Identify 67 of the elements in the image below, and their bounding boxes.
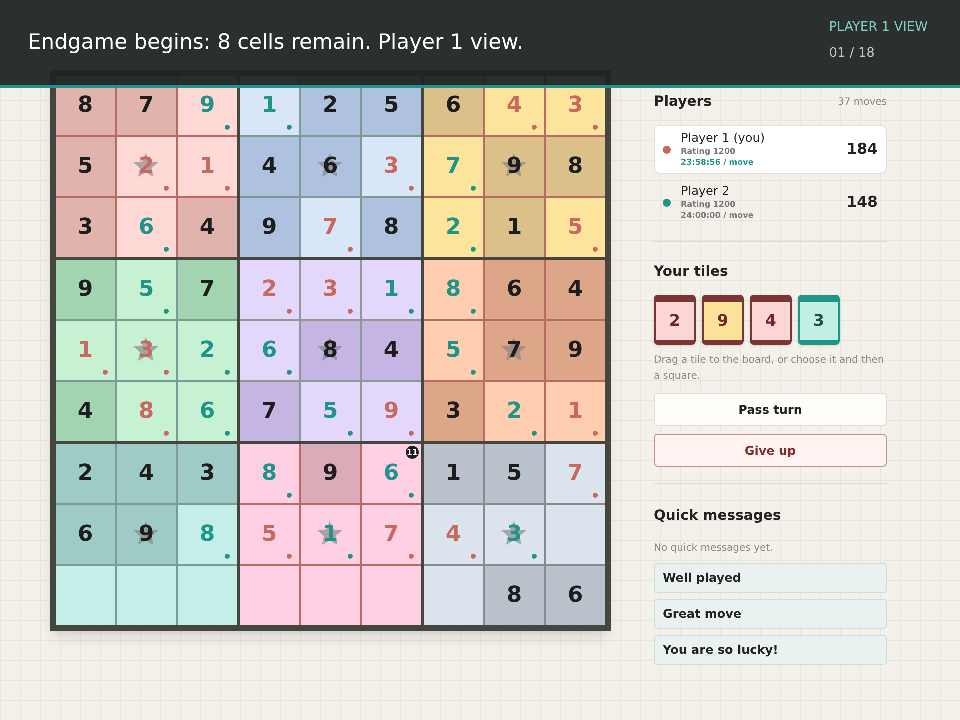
tiles-hint: Drag a tile to the board, or choose it and then a square. <box>654 354 886 384</box>
letter-tile[interactable]: 3 <box>798 295 840 345</box>
board-cell[interactable]: 8 <box>362 198 421 257</box>
player-name: Player 2 <box>681 184 731 199</box>
letter-tile[interactable]: 4 <box>750 295 792 345</box>
board-cell[interactable]: 4 <box>240 137 299 196</box>
player-rating: Rating 1200 <box>681 146 737 157</box>
board-cell[interactable]: 8 <box>546 137 605 196</box>
section-title: Quick messages <box>654 507 782 526</box>
board-cell[interactable]: 5 <box>56 137 115 196</box>
board-cell[interactable] <box>178 566 237 625</box>
quick-message-button[interactable]: You are so lucky! <box>654 635 887 665</box>
step-counter: 01 / 18 <box>829 44 876 62</box>
board-cell[interactable] <box>301 566 360 625</box>
board-cell[interactable]: 1 <box>485 198 544 257</box>
banner-message: Endgame begins: 8 cells remain. Player 1 view. <box>28 28 524 56</box>
player-timer: 24:00:00 / move <box>681 210 755 221</box>
board-cell[interactable]: 1 <box>424 444 483 503</box>
board-cell[interactable] <box>424 566 483 625</box>
board-cell[interactable]: 7 <box>178 260 237 319</box>
move-count: 37 moves <box>838 96 887 110</box>
board-cell[interactable] <box>362 566 421 625</box>
letter-tile[interactable]: 9 <box>702 295 744 345</box>
player-score: 184 <box>846 139 878 160</box>
board-cell[interactable]: 5 <box>485 444 544 503</box>
give-up-button[interactable]: Give up <box>654 434 887 467</box>
board-cell[interactable]: 6 <box>485 260 544 319</box>
board-cell[interactable]: 9 <box>56 260 115 319</box>
board-cell[interactable]: 9 <box>117 505 176 564</box>
board-cell[interactable]: 9 <box>546 321 605 380</box>
player-timer: 23:58:56 / move <box>681 157 755 168</box>
board-cell[interactable]: 6 <box>301 137 360 196</box>
board-cell[interactable]: 4 <box>546 260 605 319</box>
board-cell[interactable]: 6 <box>56 505 115 564</box>
board-cell[interactable]: 3 <box>178 444 237 503</box>
board-cell[interactable]: 4 <box>362 321 421 380</box>
empty-messages-note: No quick messages yet. <box>654 542 774 556</box>
board-cell[interactable]: 6 <box>546 566 605 625</box>
section-title: Your tiles <box>654 263 730 282</box>
board-cell[interactable] <box>546 505 605 564</box>
board-cell[interactable]: 3 <box>424 382 483 441</box>
board-cell[interactable]: 2 <box>56 444 115 503</box>
quick-message-button[interactable]: Great move <box>654 599 887 629</box>
board-cell[interactable]: 3 <box>56 198 115 257</box>
board-cell[interactable]: 7 <box>240 382 299 441</box>
board-cell[interactable] <box>240 566 299 625</box>
cell-badge: 11 <box>406 446 419 459</box>
quick-message-button[interactable]: Well played <box>654 563 887 593</box>
board-cell[interactable]: 8 <box>301 321 360 380</box>
board-cell[interactable]: 9 <box>240 198 299 257</box>
board-cell[interactable]: 6 11 <box>362 444 421 503</box>
view-label: PLAYER 1 VIEW <box>829 19 928 37</box>
board-cell[interactable]: 4 <box>56 382 115 441</box>
player-name: Player 1 (you) <box>681 131 766 146</box>
board-cell[interactable] <box>56 566 115 625</box>
player-score: 148 <box>846 192 878 214</box>
section-title: Players <box>654 93 712 112</box>
board-cell[interactable]: 9 <box>301 444 360 503</box>
board-cell[interactable] <box>117 566 176 625</box>
player-rating: Rating 1200 <box>681 199 737 210</box>
pass-turn-button[interactable]: Pass turn <box>654 393 887 426</box>
board-cell[interactable]: 8 <box>485 566 544 625</box>
board-cell[interactable]: 4 <box>178 198 237 257</box>
board-cell[interactable]: 7 <box>485 321 544 380</box>
board-cell[interactable]: 4 <box>117 444 176 503</box>
letter-tile[interactable]: 2 <box>654 295 696 345</box>
board-cell[interactable]: 9 <box>485 137 544 196</box>
